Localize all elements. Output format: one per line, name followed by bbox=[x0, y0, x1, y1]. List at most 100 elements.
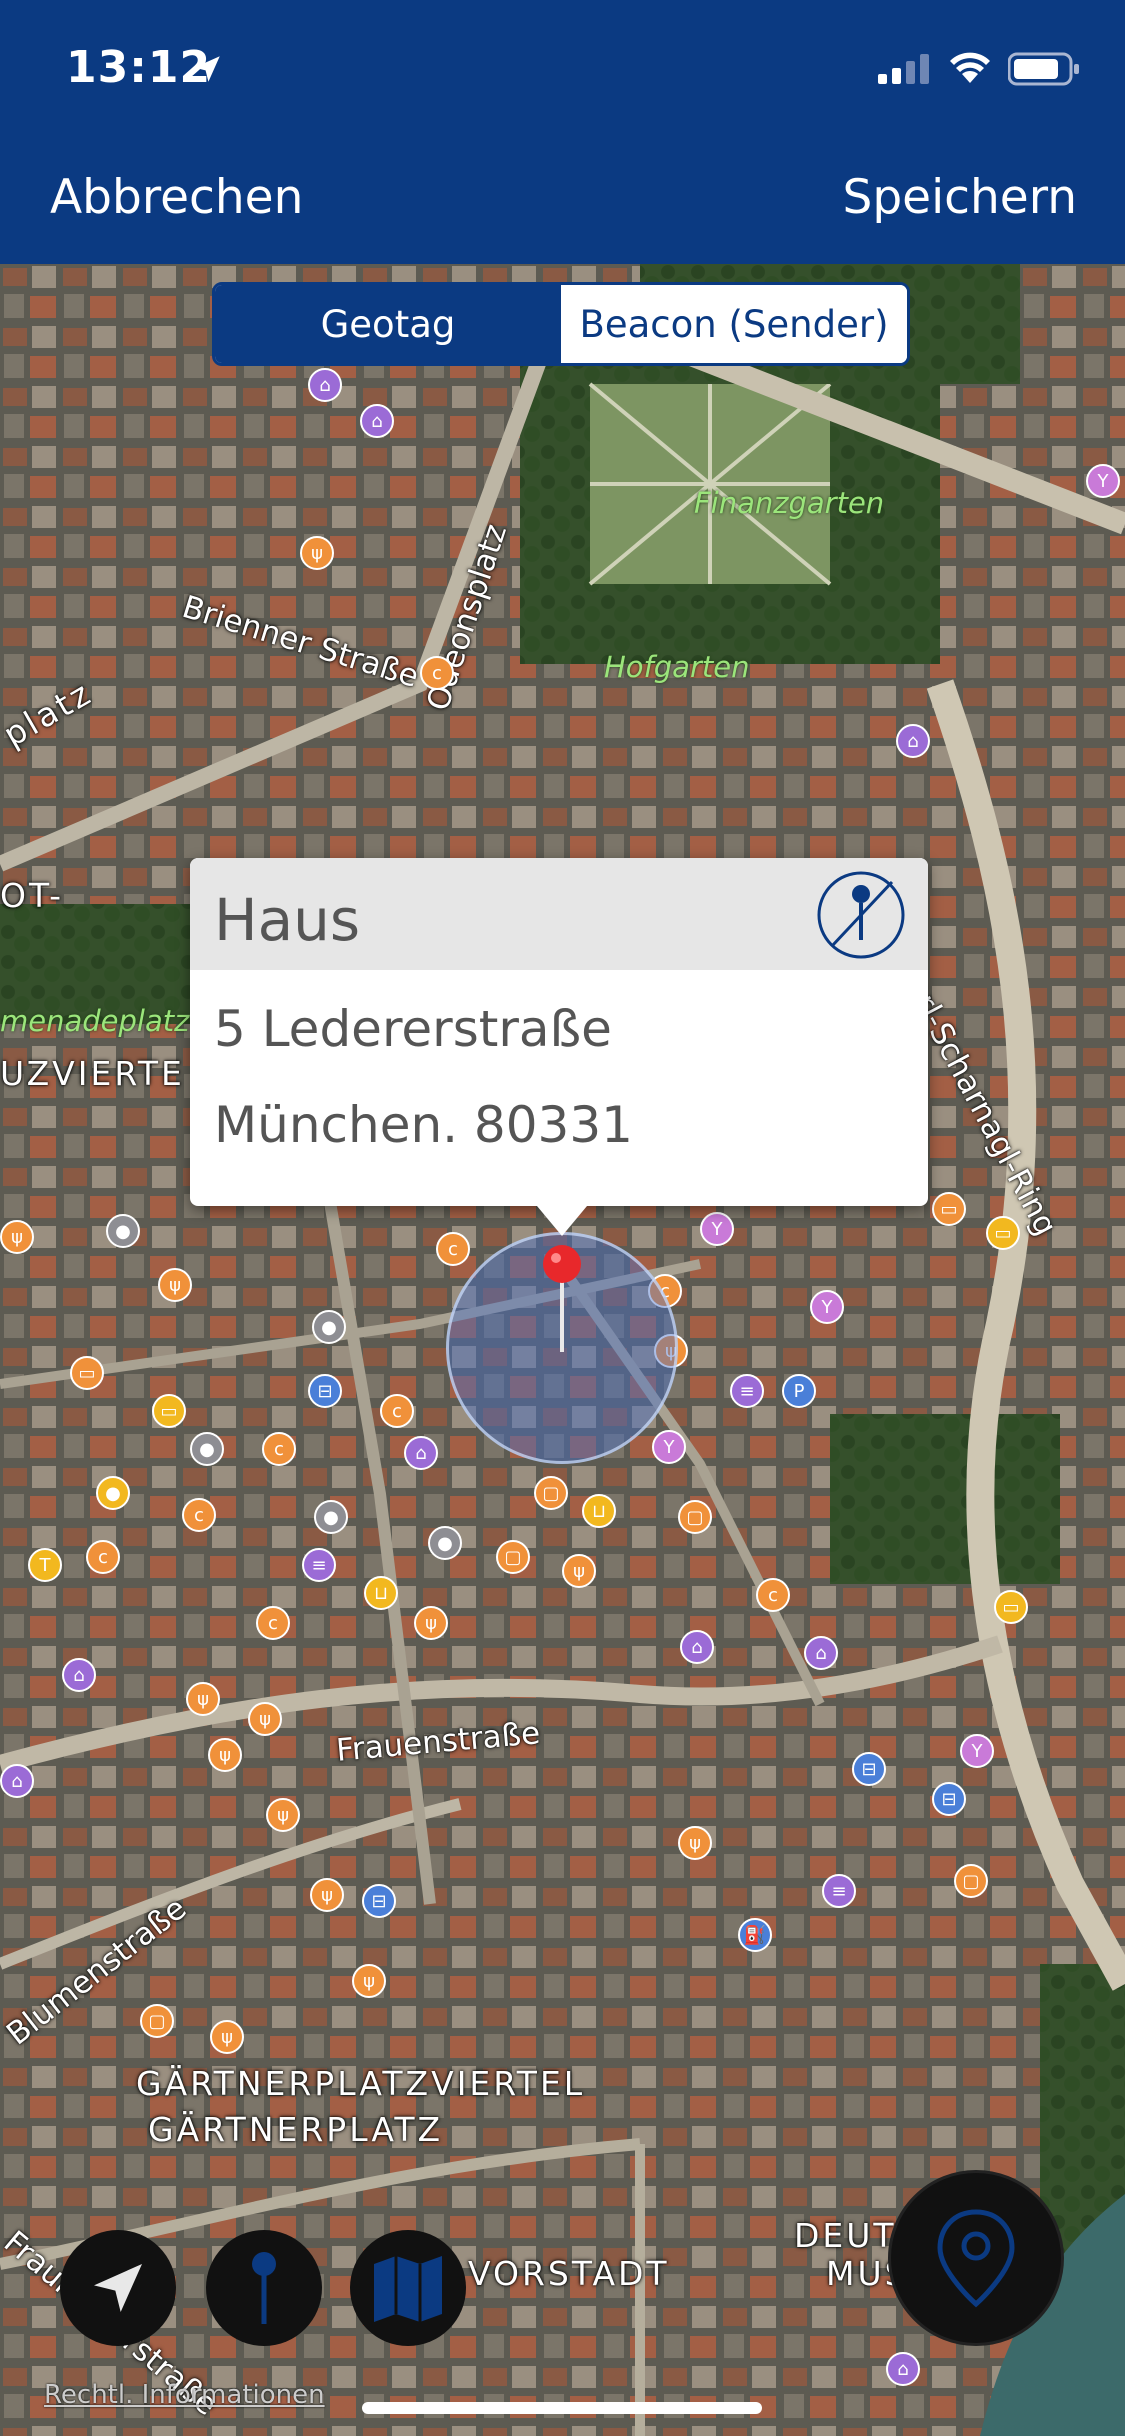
pin-removal-icon[interactable] bbox=[816, 870, 906, 960]
segment-beacon[interactable]: Beacon (Sender) bbox=[561, 285, 907, 363]
cafe-poi-icon[interactable]: c bbox=[420, 656, 454, 690]
bar-poi-icon[interactable]: Y bbox=[960, 1734, 994, 1768]
train-station-poi-icon[interactable]: ⊟ bbox=[308, 1374, 342, 1408]
current-location-button[interactable] bbox=[60, 2230, 176, 2346]
add-geotag-button[interactable] bbox=[888, 2170, 1064, 2346]
restaurant-poi-icon[interactable]: ψ bbox=[210, 2020, 244, 2054]
landmark-poi-icon[interactable]: ● bbox=[106, 1214, 140, 1248]
bakery-poi-icon[interactable]: ▢ bbox=[140, 2004, 174, 2038]
park-label: menadeplatz bbox=[0, 1004, 190, 1038]
location-callout[interactable]: Haus 5 Ledererstraße München. 80331 bbox=[190, 858, 928, 1206]
cellular-signal-icon bbox=[878, 54, 929, 84]
museum-poi-icon[interactable]: ⌂ bbox=[360, 404, 394, 438]
train-station-poi-icon[interactable]: ⊟ bbox=[362, 1884, 396, 1918]
map-type-button[interactable] bbox=[350, 2230, 466, 2346]
navigation-bar: 13:12 Abbrechen Speichern bbox=[0, 0, 1125, 264]
pin-icon bbox=[252, 2252, 276, 2324]
callout-pointer bbox=[532, 1200, 592, 1236]
parking-poi-icon[interactable]: P bbox=[782, 1374, 816, 1408]
apple-store-poi-icon[interactable]: ● bbox=[190, 1432, 224, 1466]
bar-poi-icon[interactable]: Y bbox=[810, 1290, 844, 1324]
location-arrow-icon bbox=[194, 56, 220, 82]
hotel-poi-icon[interactable]: ≡ bbox=[302, 1548, 336, 1582]
landmark-poi-icon[interactable]: ● bbox=[314, 1500, 348, 1534]
bar-poi-icon[interactable]: Y bbox=[700, 1212, 734, 1246]
restaurant-poi-icon[interactable]: ψ bbox=[248, 1702, 282, 1736]
museum-poi-icon[interactable]: ⌂ bbox=[886, 2352, 920, 2386]
restaurant-poi-icon[interactable]: ψ bbox=[186, 1682, 220, 1716]
point-poi-icon[interactable]: ● bbox=[96, 1476, 130, 1510]
bakery-poi-icon[interactable]: ▢ bbox=[678, 1500, 712, 1534]
district-label: GÄRTNERPLATZVIERTEL bbox=[136, 2064, 586, 2103]
landmark-poi-icon[interactable]: ● bbox=[428, 1526, 462, 1560]
satellite-map[interactable]: Brienner Straße Odeonsplatz Karl-Scharna… bbox=[0, 264, 1125, 2436]
bar-poi-icon[interactable]: Y bbox=[652, 1430, 686, 1464]
restaurant-poi-icon[interactable]: ψ bbox=[0, 1220, 34, 1254]
restaurant-poi-icon[interactable]: ψ bbox=[300, 536, 334, 570]
restaurant-poi-icon[interactable]: ψ bbox=[208, 1738, 242, 1772]
clothing-poi-icon[interactable]: T bbox=[28, 1548, 62, 1582]
home-indicator[interactable] bbox=[362, 2402, 762, 2414]
cafe-poi-icon[interactable]: c bbox=[182, 1498, 216, 1532]
callout-header: Haus bbox=[190, 858, 928, 970]
cafe-poi-icon[interactable]: c bbox=[756, 1578, 790, 1612]
callout-street: 5 Ledererstraße bbox=[214, 1000, 612, 1058]
save-button[interactable]: Speichern bbox=[843, 170, 1077, 225]
museum-poi-icon[interactable]: ⌂ bbox=[62, 1658, 96, 1692]
red-map-pin-icon[interactable] bbox=[540, 1244, 584, 1354]
callout-title: Haus bbox=[214, 886, 361, 954]
landmark-poi-icon[interactable]: ● bbox=[312, 1310, 346, 1344]
bakery-poi-icon[interactable]: ▢ bbox=[534, 1476, 568, 1510]
bakery-poi-icon[interactable]: ▢ bbox=[954, 1864, 988, 1898]
museum-poi-icon[interactable]: ⌂ bbox=[308, 368, 342, 402]
geotag-beacon-segmented-control: Geotag Beacon (Sender) bbox=[212, 282, 910, 366]
status-bar: 13:12 bbox=[0, 0, 1125, 132]
cafe-poi-icon[interactable]: c bbox=[436, 1232, 470, 1266]
battery-icon bbox=[1008, 52, 1079, 86]
wifi-icon bbox=[950, 52, 990, 83]
restaurant-poi-icon[interactable]: ψ bbox=[310, 1878, 344, 1912]
cancel-button[interactable]: Abbrechen bbox=[50, 170, 303, 225]
restaurant-poi-icon[interactable]: ψ bbox=[678, 1826, 712, 1860]
drop-pin-button[interactable] bbox=[206, 2230, 322, 2346]
callout-city: München. 80331 bbox=[214, 1096, 633, 1154]
folded-map-icon bbox=[374, 2256, 442, 2322]
shopping-poi-icon[interactable]: ▭ bbox=[994, 1590, 1028, 1624]
restaurant-poi-icon[interactable]: ψ bbox=[266, 1798, 300, 1832]
shopping-poi-icon[interactable]: ▭ bbox=[152, 1394, 186, 1428]
shopping-poi-icon[interactable]: ▭ bbox=[986, 1216, 1020, 1250]
cafe-poi-icon[interactable]: c bbox=[86, 1540, 120, 1574]
museum-poi-icon[interactable]: ⌂ bbox=[680, 1630, 714, 1664]
train-station-poi-icon[interactable]: ⊟ bbox=[852, 1752, 886, 1786]
museum-poi-icon[interactable]: ⌂ bbox=[0, 1764, 34, 1798]
bakery-poi-icon[interactable]: ▢ bbox=[496, 1540, 530, 1574]
location-pin-icon bbox=[937, 2209, 1015, 2308]
hotel-poi-icon[interactable]: ≡ bbox=[730, 1374, 764, 1408]
museum-poi-icon[interactable]: ⌂ bbox=[896, 724, 930, 758]
restaurant-poi-icon[interactable]: ψ bbox=[562, 1554, 596, 1588]
location-arrow-icon bbox=[94, 2264, 142, 2312]
restaurant-poi-icon[interactable]: ψ bbox=[414, 1606, 448, 1640]
park-label: Finanzgarten bbox=[694, 486, 885, 520]
district-label: OT- bbox=[0, 876, 65, 915]
grocery-poi-icon[interactable]: ⊔ bbox=[582, 1494, 616, 1528]
park-label: Hofgarten bbox=[604, 650, 750, 684]
museum-poi-icon[interactable]: ⌂ bbox=[804, 1636, 838, 1670]
train-station-poi-icon[interactable]: ⊟ bbox=[932, 1782, 966, 1816]
cafe-poi-icon[interactable]: c bbox=[256, 1606, 290, 1640]
district-label: GÄRTNERPLATZ bbox=[148, 2110, 444, 2149]
fuel-poi-icon[interactable]: ⛽ bbox=[738, 1918, 772, 1952]
museum-poi-icon[interactable]: ⌂ bbox=[404, 1436, 438, 1470]
shopping-poi-icon[interactable]: ▭ bbox=[932, 1192, 966, 1226]
district-label: VORSTADT bbox=[468, 2254, 670, 2293]
shopping-poi-icon[interactable]: ▭ bbox=[70, 1356, 104, 1390]
segment-geotag[interactable]: Geotag bbox=[215, 285, 561, 363]
restaurant-poi-icon[interactable]: ψ bbox=[158, 1268, 192, 1302]
grocery-poi-icon[interactable]: ⊔ bbox=[364, 1576, 398, 1610]
legal-info-link[interactable]: Rechtl. Informationen bbox=[44, 2380, 325, 2410]
cafe-poi-icon[interactable]: c bbox=[262, 1432, 296, 1466]
bar-poi-icon[interactable]: Y bbox=[1086, 464, 1120, 498]
hotel-poi-icon[interactable]: ≡ bbox=[822, 1874, 856, 1908]
cafe-poi-icon[interactable]: c bbox=[380, 1394, 414, 1428]
restaurant-poi-icon[interactable]: ψ bbox=[352, 1964, 386, 1998]
